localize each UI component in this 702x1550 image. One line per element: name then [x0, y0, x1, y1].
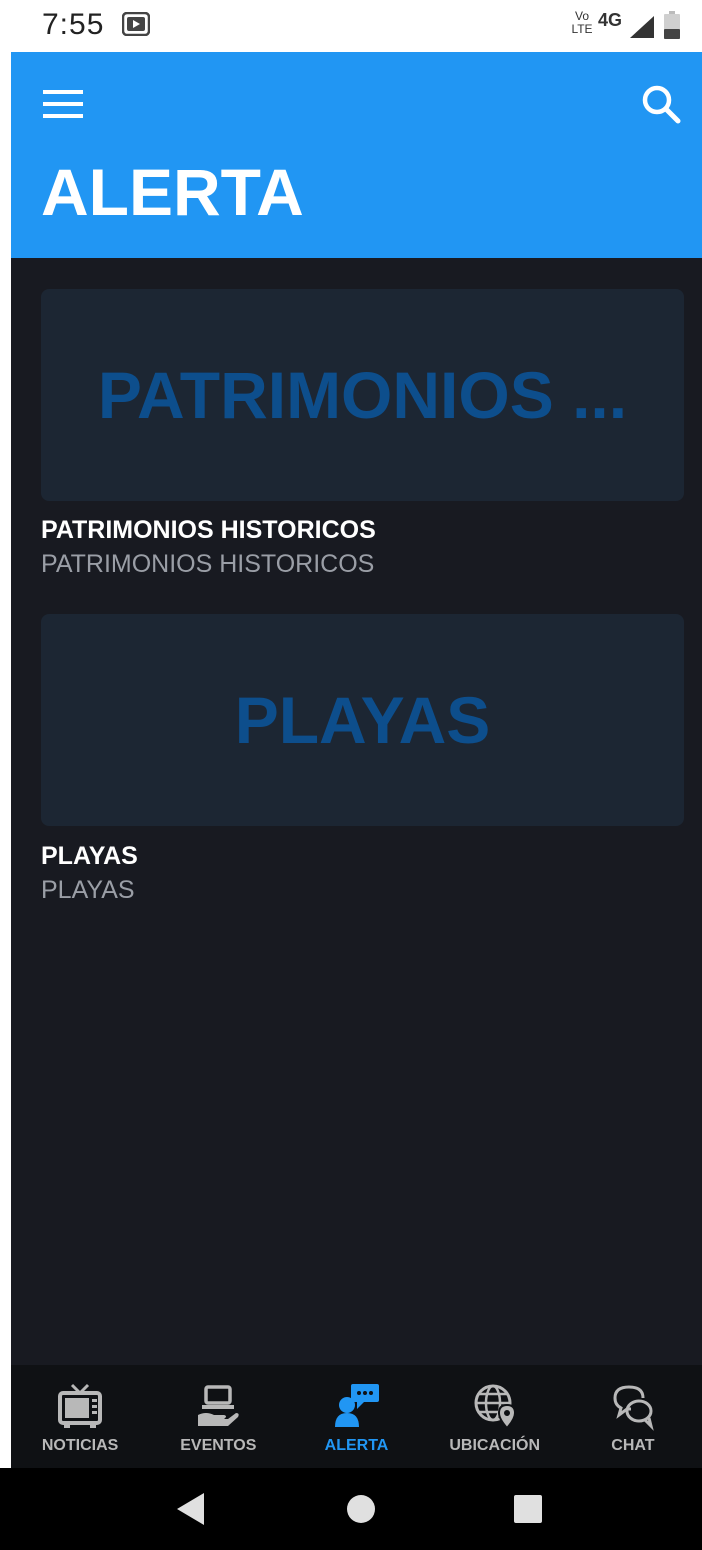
category-card-patrimonios[interactable]: PATRIMONIOS ... [41, 289, 684, 501]
status-time: 7:55 [42, 8, 105, 41]
app-bar: ALERTA [11, 52, 702, 258]
home-icon[interactable] [346, 1494, 376, 1524]
laptop-hand-icon [198, 1385, 239, 1426]
signal-icon [630, 16, 654, 38]
system-navigation-bar [0, 1468, 702, 1550]
lte-label: LTE [571, 22, 593, 36]
page-title: ALERTA [41, 155, 304, 229]
back-icon[interactable] [176, 1492, 206, 1526]
nav-item-alerta[interactable]: ALERTA [287, 1365, 425, 1468]
card-banner-text: PLAYAS [234, 683, 491, 757]
volte-indicator: Vo LTE [568, 10, 596, 40]
nav-label: NOTICIAS [41, 1437, 119, 1454]
card-title: PLAYAS [41, 842, 138, 870]
app-screen: ALERTA PATRIMONIOS ... PATRIMONIOS HISTO… [11, 52, 702, 1468]
nav-item-eventos[interactable]: EVENTOS [149, 1365, 287, 1468]
nav-item-ubicacion[interactable]: UBICACIÓN [426, 1365, 564, 1468]
card-title: PATRIMONIOS HISTORICOS [41, 516, 376, 544]
youtube-notification-icon [122, 12, 150, 36]
search-icon[interactable] [641, 84, 681, 124]
menu-icon[interactable] [43, 90, 83, 118]
person-chat-icon [334, 1384, 379, 1427]
recents-icon[interactable] [514, 1495, 542, 1523]
nav-item-chat[interactable]: CHAT [564, 1365, 702, 1468]
card-subtitle: PATRIMONIOS HISTORICOS [41, 550, 375, 578]
chat-bubbles-icon [613, 1385, 654, 1431]
card-subtitle: PLAYAS [41, 876, 135, 904]
status-bar: 7:55 Vo LTE 4G [0, 0, 702, 52]
nav-item-noticias[interactable]: NOTICIAS [11, 1365, 149, 1468]
nav-label: UBICACIÓN [449, 1437, 541, 1454]
bottom-navigation: NOTICIAS EVENTOS ALERTA UBICACIÓN CHAT [11, 1365, 702, 1468]
nav-label: CHAT [611, 1437, 655, 1454]
tv-icon [58, 1383, 103, 1428]
globe-pin-icon [474, 1384, 516, 1430]
network-type: 4G [598, 10, 623, 30]
nav-label: ALERTA [324, 1437, 389, 1454]
card-banner-text: PATRIMONIOS ... [97, 358, 628, 432]
category-card-playas[interactable]: PLAYAS [41, 614, 684, 826]
nav-label: EVENTOS [180, 1437, 257, 1454]
battery-icon [664, 11, 680, 39]
